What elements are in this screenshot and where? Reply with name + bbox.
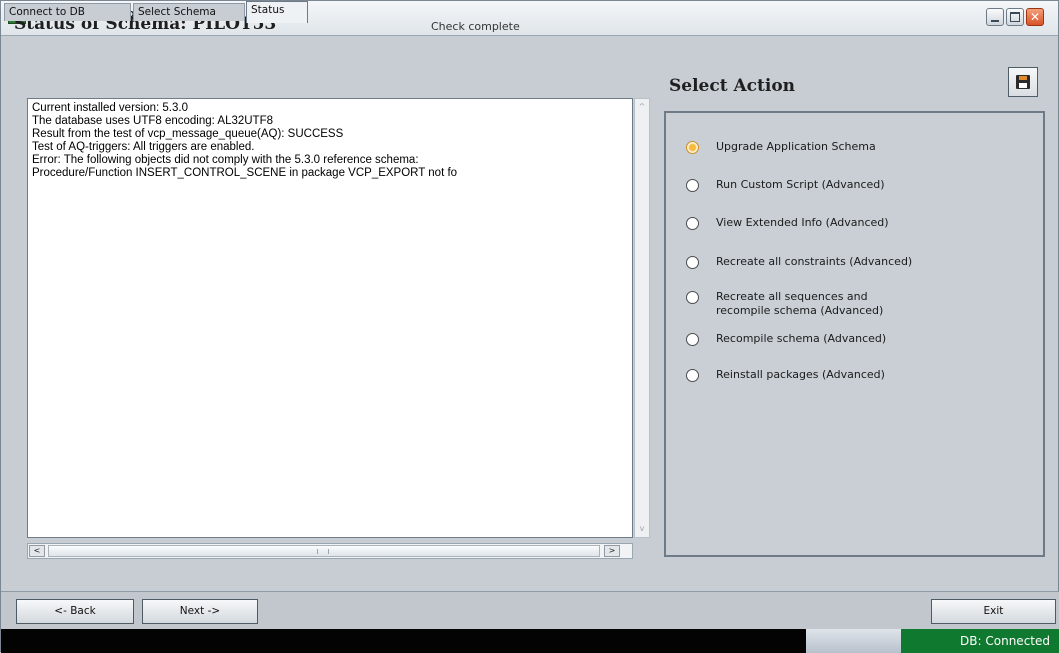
tab-status[interactable]: Status <box>246 1 308 23</box>
log-line: Result from the test of vcp_message_queu… <box>32 128 344 140</box>
tab-select-schema[interactable]: Select Schema <box>133 3 245 21</box>
action-option-label: Upgrade Application Schema <box>716 140 876 153</box>
action-option-custom-script[interactable]: Run Custom Script (Advanced) <box>686 178 1036 208</box>
action-option-recompile-schema[interactable]: Recompile schema (Advanced) <box>686 332 1036 362</box>
save-button[interactable] <box>1008 67 1038 97</box>
select-action-title: Select Action <box>669 76 796 96</box>
action-option-label: Recreate all sequences and recompile sch… <box>716 290 884 317</box>
log-line: Error: The following objects did not com… <box>32 154 419 166</box>
status-log-lines: Current installed version: 5.3.0 The dat… <box>32 102 622 180</box>
log-line: Current installed version: 5.3.0 <box>32 102 188 114</box>
radio-button[interactable] <box>686 217 699 230</box>
db-status-badge: DB: Connected <box>901 629 1059 653</box>
scroll-left-button[interactable]: < <box>29 545 45 557</box>
radio-button[interactable] <box>686 256 699 269</box>
scroll-right-button[interactable]: > <box>604 545 620 557</box>
scroll-down-icon[interactable]: v <box>636 523 648 535</box>
maximize-button[interactable] <box>1006 8 1024 26</box>
action-option-recreate-sequences[interactable]: Recreate all sequences and recompile sch… <box>686 290 1036 320</box>
exit-button[interactable]: Exit <box>931 599 1056 624</box>
scroll-up-icon[interactable]: ^ <box>636 101 648 113</box>
action-option-recreate-constraints[interactable]: Recreate all constraints (Advanced) <box>686 255 1036 285</box>
tab-connect-to-db[interactable]: Connect to DB <box>4 3 131 21</box>
log-line: The database uses UTF8 encoding: AL32UTF… <box>32 115 274 127</box>
app-window: DBA VCP DBA 1.1 - Revision: 55480 ✕ Stat… <box>0 0 1059 653</box>
action-option-extended-info[interactable]: View Extended Info (Advanced) <box>686 216 1036 246</box>
vertical-scrollbar[interactable]: ^ v <box>634 98 650 538</box>
minimize-button[interactable] <box>986 8 1004 26</box>
back-button[interactable]: <- Back <box>16 599 134 624</box>
action-options-panel: Upgrade Application Schema Run Custom Sc… <box>664 111 1045 557</box>
log-line: Procedure/Function INSERT_CONTROL_SCENE … <box>32 167 458 179</box>
horizontal-scrollbar[interactable]: < > <box>27 543 633 559</box>
minimize-icon <box>991 20 999 22</box>
log-line: Test of AQ-triggers: All triggers are en… <box>32 141 255 153</box>
radio-button[interactable] <box>686 333 699 346</box>
action-option-upgrade[interactable]: Upgrade Application Schema <box>686 140 1036 170</box>
action-option-label: Recreate all constraints (Advanced) <box>716 255 913 268</box>
check-status-text: Check complete <box>431 20 520 33</box>
next-button[interactable]: Next -> <box>142 599 258 624</box>
radio-button[interactable] <box>686 291 699 304</box>
radio-button[interactable] <box>686 179 699 192</box>
status-log-textbox[interactable]: Current installed version: 5.3.0 The dat… <box>27 98 633 538</box>
radio-button[interactable] <box>686 369 699 382</box>
close-button[interactable]: ✕ <box>1026 8 1044 26</box>
action-option-label: Run Custom Script (Advanced) <box>716 178 885 191</box>
maximize-icon <box>1010 12 1020 22</box>
close-icon: ✕ <box>1029 10 1041 24</box>
action-option-reinstall-packages[interactable]: Reinstall packages (Advanced) <box>686 368 1036 398</box>
floppy-disk-icon <box>1016 75 1030 89</box>
action-option-label: View Extended Info (Advanced) <box>716 216 889 229</box>
action-option-label: Recompile schema (Advanced) <box>716 332 887 345</box>
radio-button-selected[interactable] <box>686 141 699 154</box>
status-bar-segment <box>806 629 901 653</box>
horizontal-scroll-thumb[interactable] <box>48 545 600 557</box>
action-option-label: Reinstall packages (Advanced) <box>716 368 885 381</box>
grip-icon <box>317 549 329 554</box>
